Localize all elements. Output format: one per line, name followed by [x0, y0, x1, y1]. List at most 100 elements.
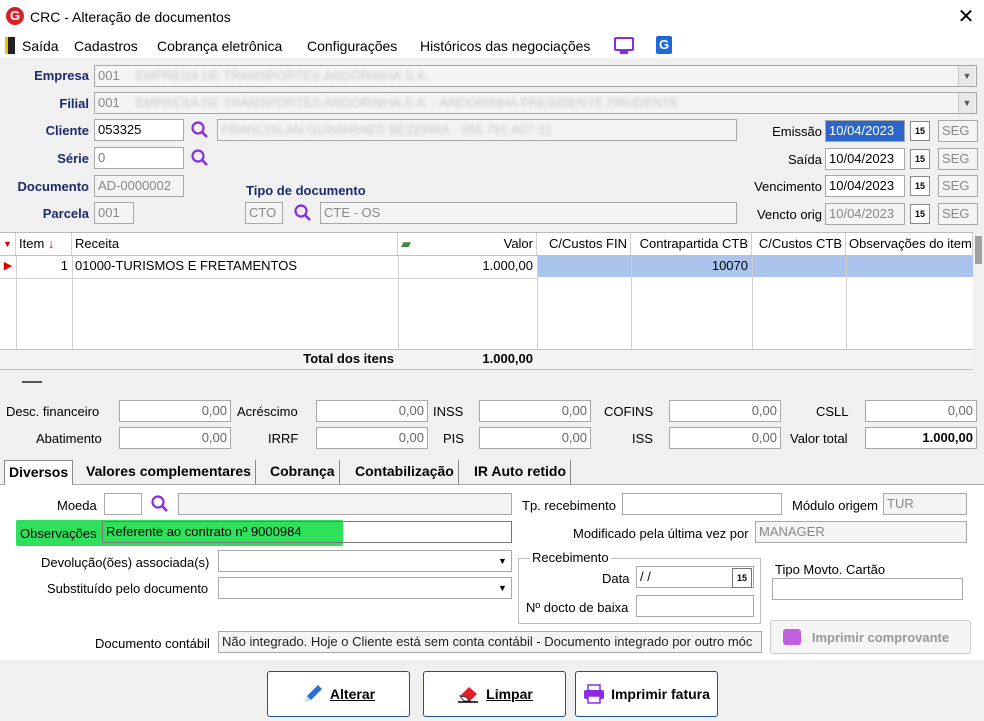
cell-receita: 01000-TURISMOS E FRETAMENTOS: [75, 258, 298, 273]
sort-down-icon[interactable]: ▼: [0, 233, 16, 255]
col-observacoes[interactable]: Observações do item: [846, 233, 973, 255]
imprimir-comprovante-label: Imprimir comprovante: [811, 629, 950, 645]
modulo-origem-field: TUR: [883, 493, 967, 515]
close-icon[interactable]: ✕: [954, 4, 978, 29]
acrescimo-input[interactable]: 0,00: [316, 400, 428, 422]
tipo-doc-code: CTO: [245, 202, 283, 224]
tp-recebimento-input[interactable]: [622, 493, 782, 515]
cliente-name: FRANCISLAN GUIMARAES BEZERRA - 056.791.4…: [221, 122, 552, 137]
col-contrapartida[interactable]: Contrapartida CTB: [631, 233, 752, 255]
app-logo-icon: G: [6, 7, 24, 25]
pencil-icon: [304, 685, 322, 702]
serie-input[interactable]: 0: [94, 147, 184, 169]
modulo-origem-label: Módulo origem: [792, 498, 878, 513]
menu-cobranca[interactable]: Cobrança eletrônica: [157, 38, 282, 54]
tipo-doc-name: CTE - OS: [320, 202, 737, 224]
menu-configuracoes[interactable]: Configurações: [307, 38, 397, 54]
total-label: Total dos itens: [303, 351, 394, 366]
limpar-button[interactable]: Limpar: [423, 671, 566, 717]
calendar-icon[interactable]: 15: [910, 176, 930, 196]
menu-bar: Saída Cadastros Cobrança eletrônica Conf…: [0, 34, 984, 58]
csll-label: CSLL: [816, 404, 849, 419]
moeda-input[interactable]: [104, 493, 142, 515]
grid-scrollbar[interactable]: [973, 232, 984, 370]
chevron-down-icon[interactable]: ▼: [494, 578, 511, 598]
row-selection: [537, 256, 973, 277]
table-row[interactable]: ▶ 1 01000-TURISMOS E FRETAMENTOS 1.000,0…: [0, 256, 973, 277]
irrf-input[interactable]: 0,00: [316, 427, 428, 449]
tab-diversos[interactable]: Diversos: [4, 460, 74, 485]
pis-input[interactable]: 0,00: [479, 427, 591, 449]
filial-combo[interactable]: 001 EMPRESA DE TRANSPORTES ANDORINHA S.A…: [94, 92, 977, 114]
calendar-icon[interactable]: 15: [910, 121, 930, 141]
emissao-input[interactable]: 10/04/2023: [825, 120, 905, 142]
items-grid[interactable]: ▼ Item ↓ Receita ▰ Valor C/Custos FIN Con…: [0, 232, 973, 370]
tab-cobranca[interactable]: Cobrança: [266, 460, 340, 484]
saida-input[interactable]: 10/04/2023: [825, 148, 905, 170]
monitor-icon[interactable]: [614, 37, 634, 51]
observacoes-input[interactable]: Referente ao contrato nº 9000984: [102, 521, 512, 543]
alterar-button[interactable]: Alterar: [267, 671, 410, 717]
observacoes-label: Observações: [20, 526, 97, 541]
chevron-down-icon[interactable]: ▼: [958, 93, 975, 113]
empresa-combo[interactable]: 001 EMPRESA DE TRANSPORTES ANDORINHA S.A…: [94, 65, 977, 87]
inss-input[interactable]: 0,00: [479, 400, 591, 422]
modificado-label: Modificado pela última vez por: [573, 526, 749, 541]
col-ccustos-fin[interactable]: C/Custos FIN: [537, 233, 631, 255]
iss-input[interactable]: 0,00: [669, 427, 781, 449]
splitter-handle[interactable]: [22, 381, 42, 383]
tipo-movto-input[interactable]: [772, 578, 963, 600]
doc-contabil-field: Não integrado. Hoje o Cliente está sem c…: [218, 631, 762, 653]
calendar-icon[interactable]: 15: [732, 568, 752, 588]
col-valor[interactable]: ▰ Valor: [398, 233, 537, 255]
desc-fin-input[interactable]: 0,00: [119, 400, 231, 422]
abatimento-input[interactable]: 0,00: [119, 427, 231, 449]
search-icon[interactable]: [190, 120, 210, 140]
documento-input: AD-0000002: [94, 175, 184, 197]
tab-valores-complementares[interactable]: Valores complementares: [82, 460, 256, 484]
devolucao-combo[interactable]: [218, 550, 512, 572]
menu-historicos[interactable]: Históricos das negociações: [420, 38, 590, 54]
imprimir-fatura-button[interactable]: Imprimir fatura: [575, 671, 718, 717]
abatimento-label: Abatimento: [36, 431, 102, 446]
col-divider: [398, 256, 399, 349]
vencimento-day: SEG: [938, 175, 978, 197]
menu-saida[interactable]: Saída: [22, 38, 59, 54]
vencimento-input[interactable]: 10/04/2023: [825, 175, 905, 197]
g-logo-icon[interactable]: G: [656, 36, 672, 54]
menu-cadastros[interactable]: Cadastros: [74, 38, 138, 54]
modificado-field: MANAGER: [755, 521, 967, 543]
cofins-input[interactable]: 0,00: [669, 400, 781, 422]
chevron-down-icon[interactable]: ▼: [494, 551, 511, 571]
monitor-stand-icon: [620, 51, 628, 54]
csll-input[interactable]: 0,00: [865, 400, 977, 422]
emissao-label: Emissão: [772, 124, 822, 139]
saida-label: Saída: [788, 152, 822, 167]
col-divider: [16, 256, 17, 349]
calendar-icon[interactable]: 15: [910, 149, 930, 169]
cliente-code-input[interactable]: 053325: [94, 119, 184, 141]
col-receita[interactable]: Receita: [72, 233, 398, 255]
col-divider: [537, 256, 538, 349]
search-icon[interactable]: [150, 494, 170, 514]
scroll-thumb[interactable]: [975, 236, 982, 264]
substituido-combo[interactable]: [218, 577, 512, 599]
docto-baixa-input[interactable]: [636, 595, 754, 617]
tab-ir-auto-retido[interactable]: IR Auto retido: [470, 460, 572, 484]
search-icon[interactable]: [293, 203, 313, 223]
data-label: Data: [602, 571, 630, 586]
tab-contabilizacao[interactable]: Contabilização: [351, 460, 459, 484]
col-item[interactable]: Item ↓: [16, 233, 72, 255]
exit-door-icon[interactable]: [5, 37, 15, 54]
calendar-icon[interactable]: 15: [910, 204, 930, 224]
col-ccustos-ctb[interactable]: C/Custos CTB: [752, 233, 846, 255]
vencimento-label: Vencimento: [754, 179, 822, 194]
window-title: CRC - Alteração de documentos: [30, 9, 231, 25]
desc-fin-label: Desc. financeiro: [6, 404, 100, 419]
imprimir-comprovante-button[interactable]: Imprimir comprovante: [770, 620, 971, 654]
documento-label: Documento: [17, 179, 90, 194]
search-icon[interactable]: [190, 148, 210, 168]
eraser-icon: [458, 687, 479, 703]
emissao-day: SEG: [938, 120, 978, 142]
chevron-down-icon[interactable]: ▼: [958, 66, 975, 86]
